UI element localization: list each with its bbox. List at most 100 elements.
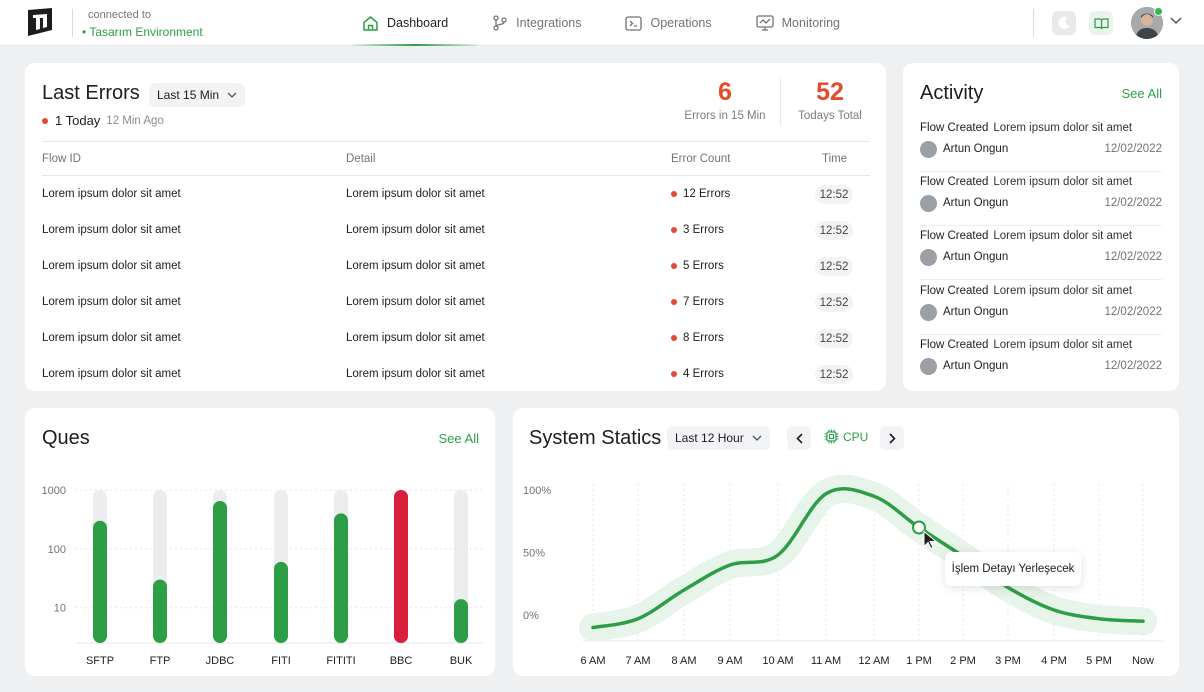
cell-detail: Lorem ipsum dolor sit amet bbox=[346, 368, 485, 380]
x-tick-label: 2 PM bbox=[950, 655, 976, 667]
x-tick-label: 12 AM bbox=[858, 655, 889, 667]
activity-user: Artun Ongun bbox=[943, 251, 1009, 263]
activity-card: Activity See All Flow Created Lorem ipsum… bbox=[903, 63, 1179, 391]
book-icon bbox=[1093, 17, 1109, 29]
error-count-text: 3 Errors bbox=[683, 224, 724, 236]
cell-error-count: 4 Errors bbox=[671, 368, 724, 380]
x-tick-label: 9 AM bbox=[717, 655, 742, 667]
online-status-dot bbox=[1154, 7, 1163, 16]
activity-item[interactable]: Flow Created Lorem ipsum dolor sit amet A… bbox=[920, 285, 1162, 335]
divider bbox=[42, 175, 870, 176]
activity-user: Artun Ongun bbox=[943, 197, 1009, 209]
x-tick-label: 1 PM bbox=[906, 655, 932, 667]
x-tick-label: 7 AM bbox=[625, 655, 650, 667]
main-nav: Dashboard Integrations Operations Monito… bbox=[352, 0, 874, 46]
connected-label: connected to bbox=[88, 9, 151, 21]
x-tick-label: JDBC bbox=[206, 655, 235, 667]
today-count: 1 Today bbox=[55, 113, 101, 128]
bar-fiti bbox=[274, 561, 288, 643]
activity-item[interactable]: Flow Created Lorem ipsum dolor sit amet A… bbox=[920, 339, 1162, 389]
range-dropdown[interactable]: Last 15 Min bbox=[149, 83, 246, 107]
nav-label: Operations bbox=[650, 16, 712, 30]
cell-detail: Lorem ipsum dolor sit amet bbox=[346, 332, 485, 344]
activity-item[interactable]: Flow Created Lorem ipsum dolor sit amet A… bbox=[920, 176, 1162, 226]
stat-today-total: 52 Todays Total bbox=[792, 78, 868, 122]
avatar bbox=[920, 304, 937, 321]
docs-button[interactable] bbox=[1089, 11, 1113, 35]
error-count-text: 7 Errors bbox=[683, 296, 724, 308]
cell-error-count: 5 Errors bbox=[671, 260, 724, 272]
activity-type: Flow Created bbox=[920, 230, 989, 242]
see-all-link[interactable]: See All bbox=[1122, 86, 1162, 101]
cell-flow-id: Lorem ipsum dolor sit amet bbox=[42, 296, 181, 308]
activity-user: Artun Ongun bbox=[943, 143, 1009, 155]
cell-flow-id: Lorem ipsum dolor sit amet bbox=[42, 368, 181, 380]
nav-label: Monitoring bbox=[781, 16, 841, 30]
avatar bbox=[920, 358, 937, 375]
column-header-detail[interactable]: Detail bbox=[346, 153, 375, 165]
nav-monitoring[interactable]: Monitoring bbox=[746, 0, 850, 46]
card-title: Last Errors bbox=[42, 82, 140, 104]
cell-flow-id: Lorem ipsum dolor sit amet bbox=[42, 260, 181, 272]
error-dot bbox=[42, 117, 48, 124]
activity-user: Artun Ongun bbox=[943, 306, 1009, 318]
error-count-text: 4 Errors bbox=[683, 368, 724, 380]
cell-time: 12:52 bbox=[815, 257, 853, 276]
nav-label: Dashboard bbox=[387, 16, 449, 30]
cell-time: 12:52 bbox=[815, 185, 853, 204]
y-tick-label: 50% bbox=[523, 548, 545, 560]
activity-type: Flow Created bbox=[920, 176, 989, 188]
x-tick-label: BBC bbox=[390, 655, 413, 667]
stat-label: Todays Total bbox=[798, 110, 862, 122]
bar-sftp bbox=[93, 520, 107, 643]
error-count-text: 5 Errors bbox=[683, 260, 724, 272]
chart-tooltip: İşlem Detayı Yerleşecek bbox=[945, 552, 1081, 586]
activity-desc: Lorem ipsum dolor sit amet bbox=[993, 285, 1133, 297]
dark-mode-toggle[interactable] bbox=[1052, 11, 1076, 35]
activity-user: Artun Ongun bbox=[943, 360, 1009, 372]
activity-type: Flow Created bbox=[920, 285, 989, 297]
x-tick-label: 3 PM bbox=[995, 655, 1021, 667]
bar-fititi bbox=[334, 513, 348, 643]
avatar bbox=[920, 249, 937, 266]
error-dot bbox=[671, 191, 677, 197]
column-header-error-count[interactable]: Error Count bbox=[671, 153, 730, 165]
app-logo[interactable] bbox=[26, 6, 56, 38]
nav-integrations[interactable]: Integrations bbox=[482, 0, 591, 46]
x-tick-label: 6 AM bbox=[580, 655, 605, 667]
activity-desc: Lorem ipsum dolor sit amet bbox=[993, 122, 1133, 134]
x-tick-label: 11 AM bbox=[811, 655, 841, 667]
time-ago: 12 Min Ago bbox=[106, 114, 164, 127]
error-count-text: 8 Errors bbox=[683, 332, 724, 344]
x-tick-label: 8 AM bbox=[671, 655, 696, 667]
chevron-down-icon bbox=[227, 92, 237, 98]
cell-time: 12:52 bbox=[815, 221, 853, 240]
cell-detail: Lorem ipsum dolor sit amet bbox=[346, 188, 485, 200]
environment-selector[interactable]: • Tasarım Environment bbox=[82, 25, 203, 39]
activity-text: Flow Created Lorem ipsum dolor sit amet bbox=[920, 176, 1132, 188]
y-tick-label: 10 bbox=[54, 603, 66, 615]
y-tick-label: 1000 bbox=[42, 485, 66, 497]
error-dot bbox=[671, 227, 677, 233]
stat-errors-15min: 6 Errors in 15 Min bbox=[675, 78, 775, 122]
home-icon bbox=[363, 15, 378, 31]
stat-value: 52 bbox=[816, 78, 844, 106]
activity-date: 12/02/2022 bbox=[1104, 197, 1162, 209]
column-header-time[interactable]: Time bbox=[822, 153, 847, 165]
error-dot bbox=[671, 335, 677, 341]
activity-text: Flow Created Lorem ipsum dolor sit amet bbox=[920, 339, 1132, 351]
error-dot bbox=[671, 299, 677, 305]
avatar bbox=[920, 141, 937, 158]
cell-detail: Lorem ipsum dolor sit amet bbox=[346, 296, 485, 308]
nav-operations[interactable]: Operations bbox=[615, 0, 721, 46]
column-header-flow-id[interactable]: Flow ID bbox=[42, 153, 81, 165]
activity-item[interactable]: Flow Created Lorem ipsum dolor sit amet A… bbox=[920, 122, 1162, 172]
chevron-down-icon[interactable] bbox=[1170, 17, 1182, 25]
terminal-icon bbox=[625, 15, 643, 31]
x-tick-label: BUK bbox=[450, 655, 473, 667]
activity-item[interactable]: Flow Created Lorem ipsum dolor sit amet A… bbox=[920, 230, 1162, 280]
nav-dashboard[interactable]: Dashboard bbox=[352, 0, 479, 46]
divider bbox=[1033, 9, 1034, 37]
avatar bbox=[920, 195, 937, 212]
divider bbox=[42, 141, 870, 142]
